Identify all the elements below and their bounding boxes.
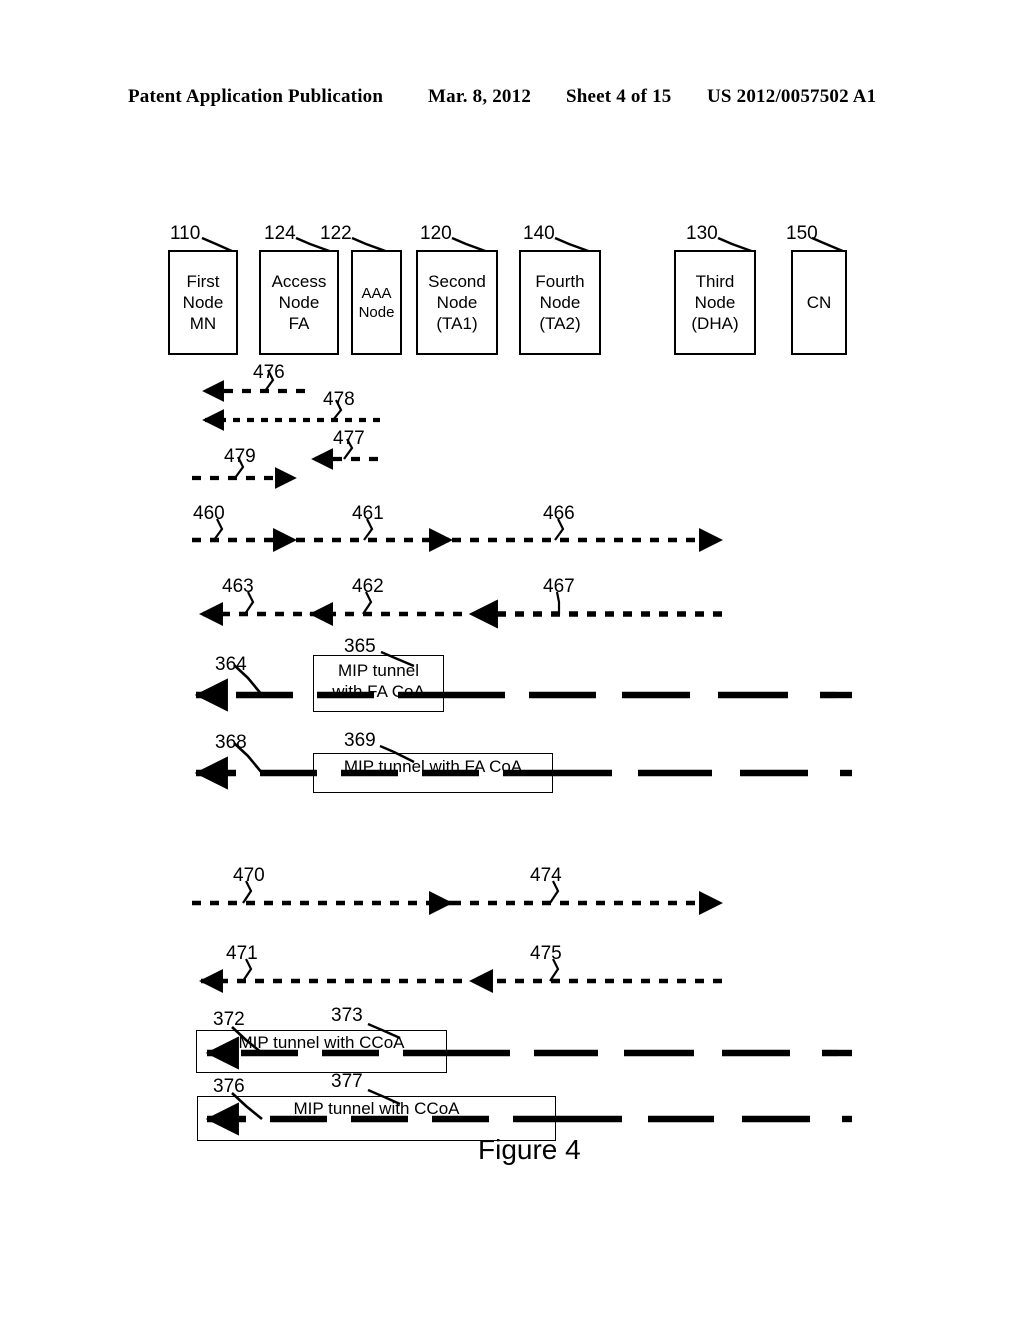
- node-line: Node: [539, 293, 581, 312]
- ref-numeral-470: 470: [233, 865, 265, 886]
- figure-caption: Figure 4: [478, 1134, 581, 1165]
- ref-numeral-369: 369: [344, 730, 376, 751]
- message-arrow-460-461-466: [192, 518, 723, 552]
- message-arrow-471-475: [199, 958, 722, 993]
- node-line: Node: [182, 293, 224, 312]
- node-line: FA: [288, 314, 310, 333]
- node-line: Node: [436, 293, 478, 312]
- tunnel-leader-lines: [367, 650, 415, 1106]
- node-line: (DHA): [691, 314, 739, 333]
- ref-numeral-124: 124: [264, 223, 296, 244]
- ref-numeral-376: 376: [213, 1076, 245, 1097]
- node-line: Third: [695, 272, 735, 291]
- node-box-fourth-node-ta2[interactable]: Fourth Node (TA2): [519, 250, 601, 355]
- node-line: AAA: [361, 284, 392, 302]
- ref-numeral-461: 461: [352, 503, 384, 524]
- ref-numeral-365: 365: [344, 636, 376, 657]
- message-arrow-470-474: [192, 880, 723, 915]
- node-line: First: [186, 272, 220, 291]
- node-line: (TA2): [539, 314, 581, 333]
- ref-numeral-460: 460: [193, 503, 225, 524]
- ref-numeral-478: 478: [323, 389, 355, 410]
- ref-numeral-120: 120: [420, 223, 452, 244]
- message-arrow-364: [194, 664, 852, 712]
- ref-numeral-463: 463: [222, 576, 254, 597]
- ref-numeral-150: 150: [786, 223, 818, 244]
- node-line: Second: [428, 272, 486, 291]
- node-line: (TA1): [436, 314, 478, 333]
- figure-4-drawing: First Node MN Access Node FA AAA Node Se…: [0, 0, 1024, 1320]
- node-line: MN: [189, 314, 217, 333]
- ref-numeral-466: 466: [543, 503, 575, 524]
- ref-numeral-364: 364: [215, 654, 247, 675]
- node-line: Access: [271, 272, 327, 291]
- ref-numeral-372: 372: [213, 1009, 245, 1030]
- node-line: Fourth: [535, 272, 585, 291]
- ref-numeral-377: 377: [331, 1071, 363, 1092]
- ref-numeral-479: 479: [224, 446, 256, 467]
- message-arrow-372: [205, 1026, 852, 1070]
- node-box-aaa-node[interactable]: AAA Node: [351, 250, 402, 355]
- node-line: CN: [806, 293, 832, 312]
- ref-numeral-140: 140: [523, 223, 555, 244]
- message-arrow-368: [194, 742, 852, 790]
- node-line: Node: [694, 293, 736, 312]
- message-arrow-463-462-467: [199, 591, 722, 629]
- ref-numeral-471: 471: [226, 943, 258, 964]
- ref-numeral-467: 467: [543, 576, 575, 597]
- ref-numeral-110: 110: [170, 223, 201, 244]
- node-box-second-node-ta1[interactable]: Second Node (TA1): [416, 250, 498, 355]
- ref-numeral-122: 122: [320, 223, 352, 244]
- node-box-cn[interactable]: CN: [791, 250, 847, 355]
- node-line: Node: [358, 303, 395, 321]
- ref-numeral-477: 477: [333, 428, 365, 449]
- ref-numeral-373: 373: [331, 1005, 363, 1026]
- node-box-third-node-dha[interactable]: Third Node (DHA): [674, 250, 756, 355]
- figure-vector-layer: [192, 236, 852, 1136]
- ref-numeral-462: 462: [352, 576, 384, 597]
- message-arrow-376: [205, 1092, 852, 1136]
- node-line: Node: [278, 293, 320, 312]
- ref-numeral-368: 368: [215, 732, 247, 753]
- node-box-access-node-fa[interactable]: Access Node FA: [259, 250, 339, 355]
- ref-numeral-474: 474: [530, 865, 562, 886]
- ref-numeral-130: 130: [686, 223, 718, 244]
- ref-numeral-476: 476: [253, 362, 285, 383]
- ref-numeral-475: 475: [530, 943, 562, 964]
- node-box-first-node-mn[interactable]: First Node MN: [168, 250, 238, 355]
